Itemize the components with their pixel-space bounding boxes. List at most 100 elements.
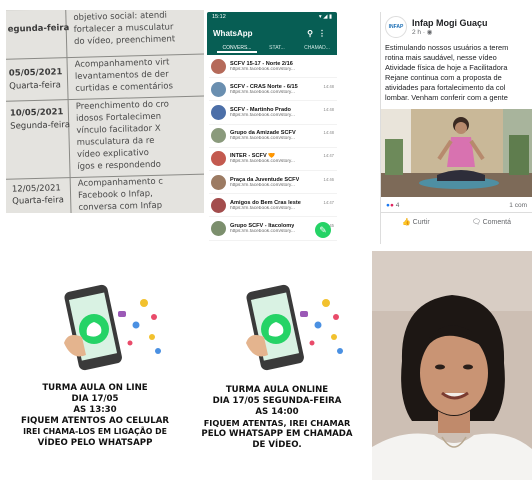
document-paper: egunda-feira objetivo social: atendi for…	[6, 10, 204, 213]
row-text: vínculo facilitador X	[76, 123, 161, 136]
status-bar: 15:12 ▾ ◢ ▮	[207, 12, 337, 23]
flyer-line: DIA 17/05	[71, 394, 119, 404]
search-icon[interactable]: ⚲	[307, 29, 318, 38]
flyer-line: IREI CHAMA-LOS EM LIGAÇÃO DE	[23, 427, 167, 436]
row-date: 05/05/2021	[8, 67, 63, 79]
row-text: idosos Fortalecimen	[75, 111, 162, 124]
chat-item[interactable]: SCFV 15-17 - Norte 2/16 https://m.faceboo…	[209, 55, 337, 79]
chat-last-message: https://m.facebook.com/story...	[230, 159, 295, 165]
chat-time: 14:48	[323, 106, 334, 112]
row-text: fortalecer a musculatur	[73, 22, 174, 35]
flyer-line: AS 13:30	[73, 405, 117, 415]
flyer-line: TURMA AULA ONLINE	[225, 385, 329, 395]
chat-avatar	[211, 104, 226, 120]
flyer-line: FIQUEM ATENTAS, IREI CHAMAR	[203, 418, 351, 428]
like-button[interactable]: 👍 Curtir	[402, 218, 430, 226]
chat-time: 14:46	[323, 176, 334, 182]
row-text: Acompanhamento virt	[74, 57, 170, 70]
tab-status[interactable]: STAT...	[257, 43, 297, 51]
row-text: objetivo social: atendi	[73, 10, 168, 23]
chat-last-message: https://m.facebook.com/story...	[230, 205, 295, 211]
chat-last-message: https://m.facebook.com/story...	[230, 89, 295, 95]
post-actions: 👍 Curtir 🗨 Comentá	[381, 213, 532, 231]
status-time: 15:12	[212, 14, 226, 20]
woman-portrait	[372, 251, 532, 480]
whatsapp-header: WhatsApp ⚲⋮	[207, 23, 337, 43]
flyer-line: AS 14:00	[255, 407, 299, 417]
post-line: atividades para fortalecimento da col	[385, 83, 506, 92]
facebook-post: INFAP Infap Mogi Guaçu 2 h · ◉ Estimulan…	[380, 12, 532, 244]
chat-last-message: https://m.facebook.com/story...	[230, 112, 295, 118]
chat-time: 14:47	[323, 153, 334, 159]
post-meta: 2 h · ◉	[412, 29, 433, 36]
chat-item[interactable]: SCFV - CRAS Norte - 6/15 14:48 https://m.f…	[209, 78, 337, 102]
activity-log-document: egunda-feira objetivo social: atendi for…	[6, 10, 204, 213]
flyer-line: DE VÍDEO.	[252, 440, 302, 450]
photo-collage: egunda-feira objetivo social: atendi for…	[0, 0, 532, 482]
chat-item[interactable]: 🌷 Flores do Casagrande14:46https://m.fac…	[209, 241, 337, 245]
chat-item[interactable]: SCFV - Martinho Prado 14:48 https://m.face…	[209, 101, 337, 125]
row-text: conversa com Infap	[78, 200, 163, 213]
row-text: levantamentos de der	[74, 69, 169, 82]
chat-item[interactable]: Amigos do Bem Cras leste 14:47 https://m.f…	[209, 194, 337, 218]
chat-item[interactable]: Praça da Juventude SCFV 14:46 https://m.fa…	[209, 171, 337, 195]
chat-avatar	[211, 81, 226, 97]
row-date: 12/05/2021	[11, 183, 62, 195]
more-menu-icon[interactable]: ⋮	[318, 29, 331, 38]
flyer-line: VÍDEO PELO WHATSAPP	[37, 438, 153, 448]
row-text: curtidas e comentários	[75, 81, 174, 94]
row-date: 10/05/2021	[9, 107, 64, 119]
chat-item[interactable]: Grupo da Amizade SCFV 14:48 https://m.face…	[209, 125, 337, 148]
page-logo[interactable]: INFAP	[385, 16, 407, 38]
exercise-photo	[381, 109, 532, 197]
comment-button[interactable]: 🗨 Comentá	[472, 218, 511, 226]
chat-item[interactable]: INTER - SCFV 🧡 14:47 https://m.facebook.co…	[209, 148, 337, 171]
selfie-photo	[372, 251, 532, 480]
post-text: Estimulando nossos usuários a terem roti…	[381, 40, 532, 106]
row-text: ígos e respondendo	[77, 159, 162, 172]
chat-last-message: https://m.facebook.com/story...	[230, 136, 295, 142]
comment-icon: 🗨	[471, 219, 481, 226]
page-name[interactable]: Infap Mogi Guaçu	[412, 18, 488, 28]
thumbs-up-icon: 👍	[401, 219, 411, 226]
post-line: Rejane continua com a proposta de	[385, 73, 502, 82]
chat-time: 14:47	[323, 199, 334, 205]
post-line: Estimulando nossos usuários a terem	[385, 43, 509, 52]
row-date: egunda-feira	[7, 23, 70, 35]
post-video-thumbnail[interactable]	[381, 109, 532, 197]
table-column-divider	[65, 10, 72, 213]
chat-avatar	[211, 128, 226, 144]
chat-avatar	[211, 197, 226, 213]
class-flyer-1: TURMA AULA ON LINE DIA 17/05 AS 13:30 FI…	[6, 251, 184, 480]
class-flyer-2: TURMA AULA ONLINE DIA 17/05 SEGUNDA-FEIR…	[188, 251, 366, 480]
post-line: rotina mais saudável, nesse vídeo	[385, 53, 497, 62]
flyer-line: PELO WHATSAPP EM CHAMADA	[201, 429, 353, 439]
row-day: Segunda-feira	[10, 120, 71, 132]
whatsapp-screen: 15:12 ▾ ◢ ▮ WhatsApp ⚲⋮ CONVERS... STAT.…	[207, 12, 337, 244]
app-title: WhatsApp	[213, 28, 253, 38]
chat-list: SCFV 15-17 - Norte 2/16 https://m.faceboo…	[207, 55, 337, 244]
row-text: Preenchimento do cro	[75, 99, 170, 112]
chat-avatar	[211, 151, 226, 167]
tab-conversations[interactable]: CONVERS...	[217, 43, 257, 53]
reaction-summary: ●● 4 1 com	[381, 197, 532, 213]
flyer-line: TURMA AULA ON LINE	[42, 383, 148, 393]
chat-name: Amigos do Bem Cras leste	[230, 199, 301, 206]
chat-avatar	[211, 174, 226, 190]
chat-time: 14:48	[323, 130, 334, 136]
tab-calls[interactable]: CHAMAD...	[297, 43, 337, 51]
comment-count[interactable]: 1 com	[509, 202, 527, 209]
chat-name: Praça da Juventude SCFV	[230, 176, 300, 183]
row-text: Facebook o Infap,	[77, 188, 153, 201]
chat-name: SCFV 15-17 - Norte 2/16	[230, 60, 293, 67]
chat-avatar	[211, 220, 226, 236]
post-line: lombar. Venham conferir com a gente	[385, 93, 508, 102]
chat-time: 14:48	[323, 83, 334, 89]
new-chat-button[interactable]: ✎	[315, 222, 331, 238]
tab-bar: CONVERS... STAT... CHAMAD...	[207, 43, 337, 55]
post-line: Atividade física de hoje a Facilitadora	[385, 63, 508, 72]
chat-avatar	[211, 58, 226, 74]
row-day: Quarta-feira	[12, 195, 65, 207]
row-text: Acompanhamento c	[77, 176, 164, 189]
row-text: vídeo explicativo	[76, 148, 150, 160]
